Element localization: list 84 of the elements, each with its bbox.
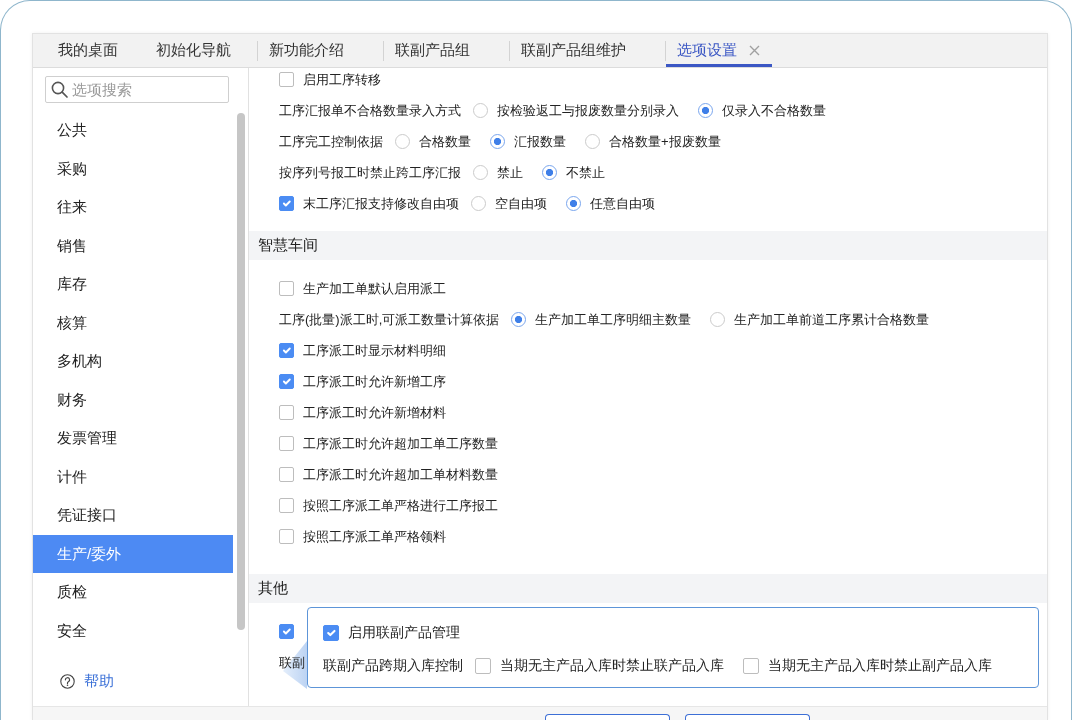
sidebar-item[interactable]: 凭证接口	[33, 496, 233, 535]
option-label: 末工序汇报支持修改自由项	[303, 194, 459, 213]
sidebar-item[interactable]: 安全	[33, 611, 233, 650]
checkbox[interactable]	[279, 498, 294, 513]
setting-label: 工序汇报单不合格数量录入方式	[279, 101, 461, 120]
checkbox[interactable]	[279, 467, 294, 482]
option-label: 任意自由项	[590, 194, 655, 213]
option-label: 当期无主产品入库时禁止副产品入库	[768, 656, 992, 675]
option-label: 汇报数量	[514, 132, 566, 151]
option-label: 按照工序派工单严格进行工序报工	[303, 496, 498, 515]
option-label: 按照工序派工单严格领料	[303, 527, 446, 546]
option-label: 当期无主产品入库时禁止联产品入库	[500, 656, 724, 675]
option-label: 合格数量	[419, 132, 471, 151]
search-icon	[51, 81, 68, 98]
checkbox[interactable]	[279, 343, 294, 358]
option-label: 工序派工时允许新增工序	[303, 372, 446, 391]
radio-button[interactable]	[395, 134, 410, 149]
sidebar-item[interactable]: 销售	[33, 226, 233, 265]
setting-label: 工序(批量)派工时,可派工数量计算依据	[279, 310, 500, 329]
checkbox[interactable]	[279, 374, 294, 389]
option-label: 工序派工时显示材料明细	[303, 341, 446, 360]
sidebar-item[interactable]: 公共	[33, 111, 233, 150]
option-label: 生产加工单工序明细主数量	[535, 310, 692, 329]
sidebar-item[interactable]: 多机构	[33, 342, 233, 381]
option-label: 空自由项	[495, 194, 547, 213]
option-label: 工序派工时允许新增材料	[303, 403, 446, 422]
setting-label: 工序完工控制依据	[279, 132, 383, 151]
tab[interactable]: 联副产品组	[384, 34, 509, 67]
section-header: 其他	[249, 574, 1047, 603]
sidebar-item[interactable]: 计件	[33, 457, 233, 496]
close-icon[interactable]	[749, 45, 760, 56]
search-field[interactable]: 选项搜索	[45, 76, 229, 103]
help-icon[interactable]	[60, 673, 75, 689]
option-label: 启用联副产品管理	[348, 623, 460, 642]
tab[interactable]: 初始化导航	[144, 34, 257, 67]
option-label: 启用工序转移	[303, 70, 381, 89]
tab[interactable]: 我的桌面	[46, 34, 144, 67]
checkbox[interactable]	[279, 436, 294, 451]
dialog-button[interactable]	[545, 714, 670, 720]
sidebar-item[interactable]: 往来	[33, 188, 233, 227]
checkbox[interactable]	[279, 72, 294, 87]
radio-button[interactable]	[566, 196, 581, 211]
checkbox[interactable]	[279, 624, 294, 639]
checkbox[interactable]	[475, 657, 491, 674]
tab[interactable]: 新功能介绍	[258, 34, 383, 67]
sidebar-item[interactable]: 质检	[33, 573, 233, 612]
sidebar-item[interactable]: 财务	[33, 380, 233, 419]
radio-button[interactable]	[490, 134, 505, 149]
tab[interactable]: 联副产品组维护	[510, 34, 665, 67]
option-label: 工序派工时允许超加工单材料数量	[303, 465, 498, 484]
help-link[interactable]: 帮助	[84, 669, 114, 693]
scrollbar-thumb[interactable]	[237, 113, 245, 630]
checkbox[interactable]	[279, 529, 294, 544]
checkbox[interactable]	[279, 405, 294, 420]
radio-button[interactable]	[585, 134, 600, 149]
checkbox[interactable]	[743, 657, 759, 674]
sidebar-item[interactable]: 核算	[33, 303, 233, 342]
radio-button[interactable]	[710, 312, 726, 327]
setting-label: 按序列号报工时禁止跨工序汇报	[279, 163, 461, 182]
checkbox[interactable]	[279, 281, 294, 296]
sidebar-item[interactable]: 采购	[33, 149, 233, 188]
option-label: 不禁止	[566, 163, 605, 182]
option-label: 生产加工单默认启用派工	[303, 279, 446, 298]
radio-button[interactable]	[471, 196, 486, 211]
sidebar-item[interactable]: 库存	[33, 265, 233, 304]
checkbox[interactable]	[279, 196, 294, 211]
radio-button[interactable]	[473, 103, 488, 118]
setting-label: 联副产品跨期入库控制	[323, 656, 463, 675]
section-header: 智慧车间	[249, 231, 1047, 260]
radio-button[interactable]	[698, 103, 713, 118]
checkbox[interactable]	[323, 624, 339, 641]
radio-button[interactable]	[511, 312, 527, 327]
sidebar-item[interactable]: 发票管理	[33, 419, 233, 458]
option-label: 按检验返工与报废数量分别录入	[497, 101, 679, 120]
option-label: 生产加工单前道工序累计合格数量	[734, 310, 930, 329]
dialog-button[interactable]	[685, 714, 810, 720]
tab[interactable]: 选项设置	[666, 34, 772, 67]
radio-button[interactable]	[542, 165, 557, 180]
setting-label: 联副	[279, 653, 305, 672]
option-label: 禁止	[497, 163, 523, 182]
option-label: 仅录入不合格数量	[722, 101, 826, 120]
option-label: 合格数量+报废数量	[609, 132, 721, 151]
option-label: 工序派工时允许超加工单工序数量	[303, 434, 498, 453]
radio-button[interactable]	[473, 165, 488, 180]
